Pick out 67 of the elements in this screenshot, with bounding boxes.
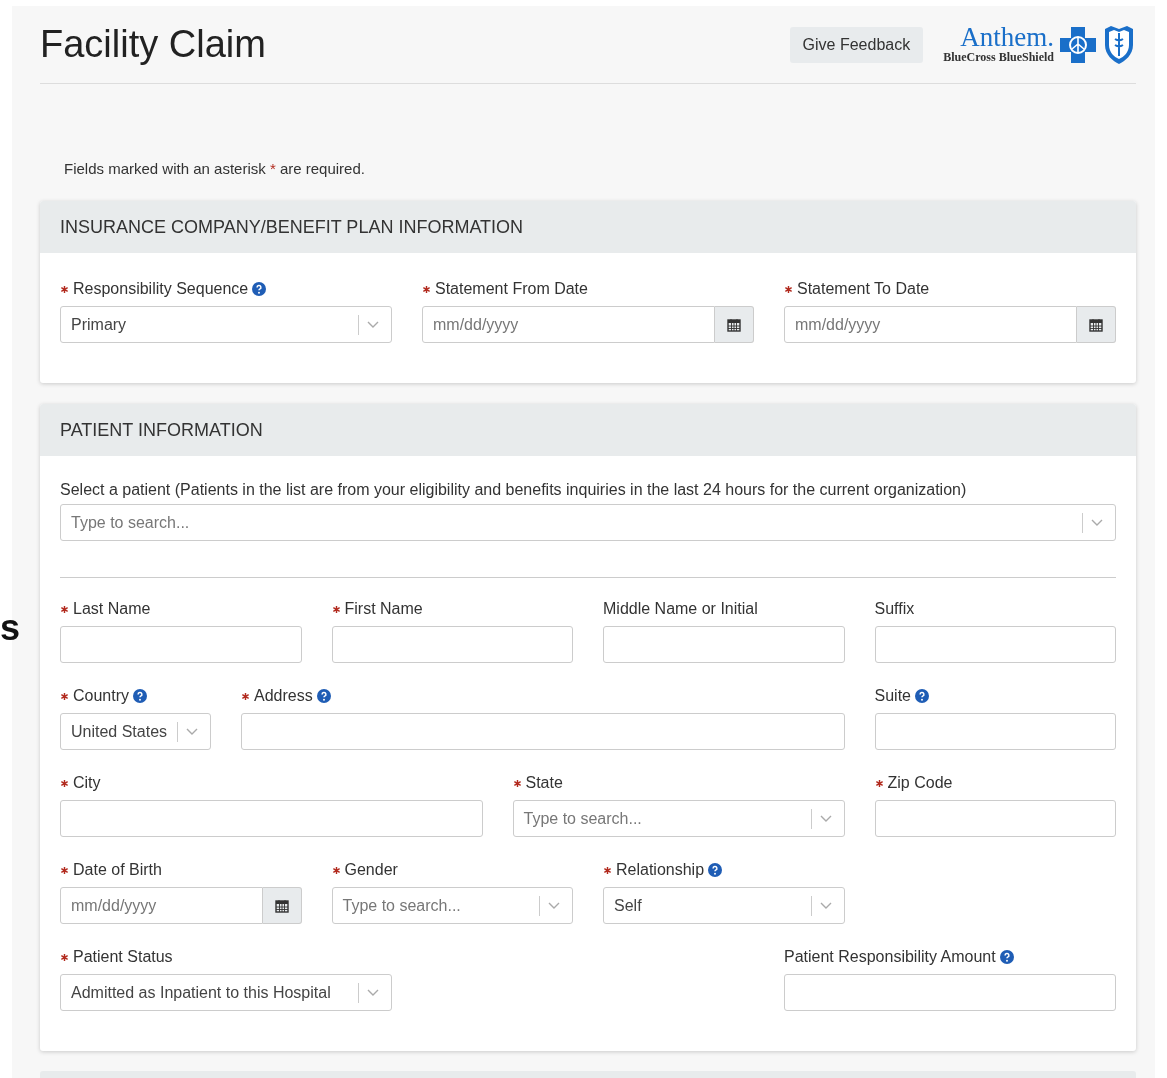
select-field[interactable]: Type to search...	[331, 887, 573, 924]
section-title: PATIENT INFORMATION	[60, 419, 263, 441]
calendar-icon	[1089, 317, 1103, 332]
text-field[interactable]	[874, 626, 1116, 663]
text-field[interactable]	[241, 713, 845, 750]
select-field[interactable]: Type to search...	[512, 800, 845, 837]
select-field[interactable]: Primary	[60, 306, 392, 343]
text-field[interactable]	[874, 800, 1116, 837]
select-field[interactable]: Admitted as Inpatient to this Hospital	[60, 974, 392, 1011]
date-field[interactable]: mm/dd/yyyy	[422, 306, 715, 343]
help-icon[interactable]	[999, 950, 1014, 964]
help-icon[interactable]	[316, 689, 331, 703]
section-title: INSURANCE COMPANY/BENEFIT PLAN INFORMATION	[60, 216, 524, 238]
text-field[interactable]	[331, 626, 573, 663]
field-label: Suite	[874, 687, 911, 705]
chevron-down-icon	[1091, 518, 1103, 527]
field-label: Patient Status	[73, 948, 173, 966]
field-label: Date of Birth	[73, 861, 162, 879]
chevron-down-icon	[367, 988, 379, 997]
chevron-down-icon	[186, 727, 198, 736]
select-field[interactable]: Self	[603, 887, 845, 924]
chevron-down-icon	[548, 901, 560, 910]
required-fields-note: Fields marked with an asterisk * are required.	[64, 160, 366, 179]
field-label: City	[73, 774, 101, 792]
field-label: Country	[73, 687, 130, 705]
cross-logo-icon	[1058, 24, 1098, 65]
logo-name: Anthem.	[960, 24, 1054, 50]
help-icon[interactable]	[252, 282, 267, 296]
text-field[interactable]	[874, 713, 1116, 750]
field-label: Statement To Date	[797, 280, 930, 298]
give-feedback-button[interactable]: Give Feedback	[789, 26, 924, 63]
field-label: Gender	[344, 861, 398, 879]
help-icon[interactable]	[708, 863, 723, 877]
field-label: Patient Responsibility Amount	[784, 948, 996, 966]
field-label: Select a patient (Patients in the list are from your eligibility and benefits inquiries in the last 24 hours for the current organization)	[60, 481, 968, 499]
chevron-down-icon	[819, 814, 832, 823]
calendar-button[interactable]	[715, 306, 754, 343]
text-field[interactable]	[60, 800, 483, 837]
field-label: Responsibility Sequence	[73, 280, 249, 298]
chevron-down-icon	[367, 320, 379, 329]
edge-text-fragment: s	[0, 610, 21, 646]
calendar-icon	[274, 898, 289, 913]
patient-search-select[interactable]: Type to search...	[60, 504, 1116, 541]
shield-logo-icon	[1102, 24, 1136, 65]
page-title: Facility Claim	[40, 23, 267, 66]
field-label: First Name	[344, 600, 423, 618]
help-icon[interactable]	[133, 689, 148, 703]
field-label: Last Name	[73, 600, 151, 618]
select-field[interactable]: United States	[60, 713, 211, 750]
field-label: Zip Code	[887, 774, 953, 792]
calendar-button[interactable]	[1077, 306, 1116, 343]
date-field[interactable]: mm/dd/yyyy	[784, 306, 1077, 343]
logo-tagline: BlueCross BlueShield	[943, 50, 1054, 65]
field-label: Address	[254, 687, 313, 705]
calendar-icon	[727, 317, 741, 332]
field-label: State	[525, 774, 563, 792]
help-icon[interactable]	[914, 689, 929, 703]
field-label: Middle Name or Initial	[603, 600, 758, 618]
date-field[interactable]: mm/dd/yyyy	[60, 887, 263, 924]
text-field[interactable]	[784, 974, 1116, 1011]
field-label: Relationship	[616, 861, 705, 879]
field-label: Suffix	[874, 600, 915, 618]
calendar-button[interactable]	[262, 887, 302, 924]
text-field[interactable]	[603, 626, 845, 663]
chevron-down-icon	[819, 901, 832, 910]
text-field[interactable]	[60, 626, 302, 663]
field-label: Statement From Date	[435, 280, 588, 298]
